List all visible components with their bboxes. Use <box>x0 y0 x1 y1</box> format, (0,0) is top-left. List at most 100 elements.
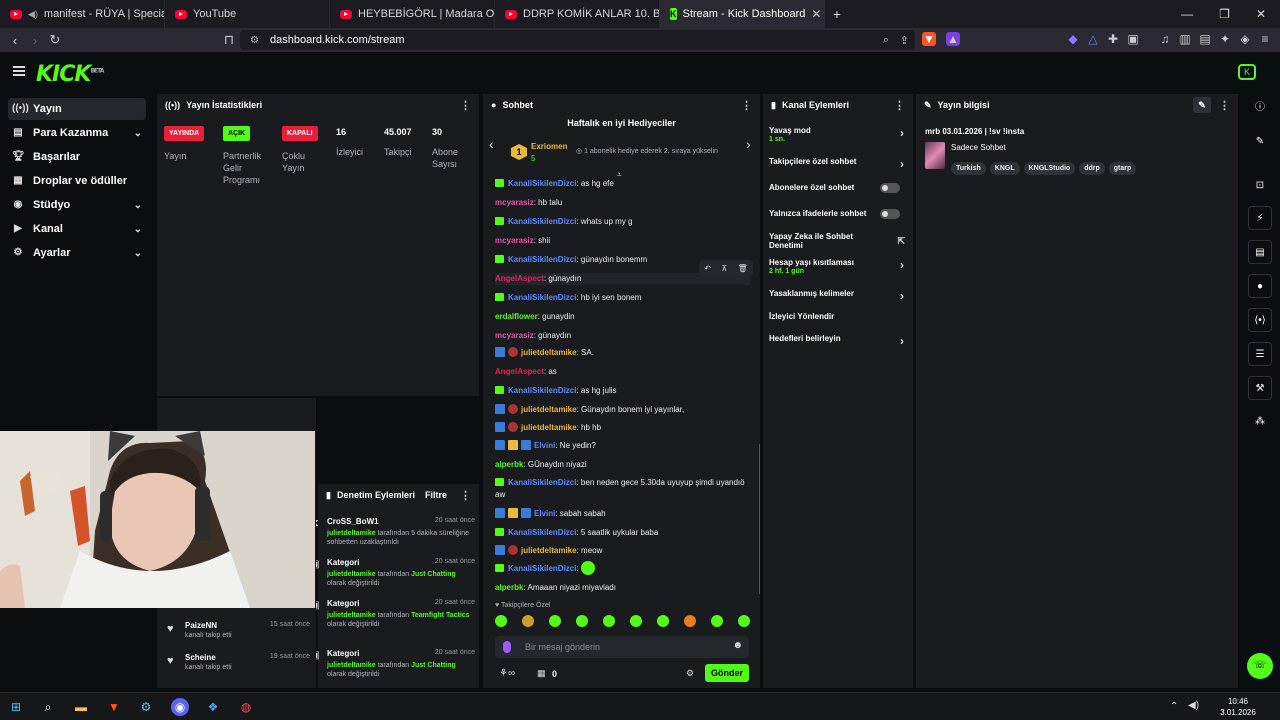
chat-scrollbar[interactable] <box>759 444 760 594</box>
chat-message[interactable]: KanaliSikilenDizci: 5 saatlik uykular ba… <box>495 527 750 539</box>
restore-icon[interactable]: ❐ <box>1219 7 1230 21</box>
chat-message[interactable]: KanaliSikilenDizci: as hg efe <box>495 178 750 190</box>
chat-input[interactable]: Bir mesaj gönderin ☻ <box>495 636 749 658</box>
search-icon[interactable]: ⌕ <box>39 698 57 716</box>
chat-message[interactable]: Elvini: sabah sabah <box>495 508 750 520</box>
subscribers-only-toggle[interactable] <box>880 183 900 193</box>
minimize-icon[interactable]: — <box>1181 7 1193 21</box>
emote-icon[interactable] <box>630 615 642 627</box>
sidebar-item-basarilar[interactable]: 🏆︎ Başarılar <box>8 146 146 168</box>
chat-message[interactable]: mcyarasiz: günaydın <box>495 330 750 342</box>
site-info-icon[interactable]: ⚙ <box>250 35 259 46</box>
chat-username[interactable]: Elvini <box>534 441 555 450</box>
emote-icon[interactable] <box>495 615 507 627</box>
account-age-action[interactable]: Hesap yaşı kısıtlaması 2 hf. 1 gün › <box>769 258 904 275</box>
emote-icon[interactable] <box>657 615 669 627</box>
chat-message[interactable]: Elvini: Ne yedin? <box>495 440 750 452</box>
windows-start-icon[interactable]: ⊞ <box>7 698 25 716</box>
chat-username[interactable]: KanaliSikilenDizci <box>508 528 576 537</box>
support-icon[interactable]: ☏ <box>1247 653 1273 679</box>
more-options-icon[interactable]: ⋮ <box>894 99 905 112</box>
lightning-icon[interactable]: ⚡︎ <box>1248 206 1272 230</box>
chat-message[interactable]: mcyarasiz: shii <box>495 235 750 247</box>
emote-icon[interactable] <box>711 615 723 627</box>
brave-rewards-icon[interactable]: ▲ <box>946 32 960 46</box>
document-icon[interactable]: ▤ <box>1248 240 1272 264</box>
brave-browser-icon[interactable]: ▼ <box>105 698 123 716</box>
raid-action[interactable]: İzleyici Yönlendir <box>769 312 904 321</box>
wrench-icon[interactable]: ⚒ <box>1248 376 1272 400</box>
focus-icon[interactable]: ⊡ <box>1248 174 1272 198</box>
bookmark-icon[interactable]: ⊓ <box>216 32 242 48</box>
share-icon[interactable]: ⇪ <box>900 34 909 47</box>
more-options-icon[interactable]: ⋮ <box>460 489 471 502</box>
chat-username[interactable]: KanaliSikilenDizci <box>508 293 576 302</box>
sidebar-item-kanal[interactable]: ▶ Kanal ⌄ <box>8 218 146 240</box>
tray-chevron-icon[interactable]: ⌃ <box>1170 701 1178 712</box>
sidebar-item-yayin[interactable]: ((•)) Yayın <box>8 98 146 120</box>
chat-message[interactable]: KanaliSikilenDizci: hb iyi sen bonem <box>495 292 750 304</box>
mod-action-item[interactable]: ▣ Kategori 20 saat önce julietdeltamike … <box>310 649 475 679</box>
chat-username[interactable]: julietdeltamike <box>521 405 577 414</box>
sidebar-item-droplar[interactable]: ▦ Droplar ve ödüller <box>8 170 146 192</box>
reply-icon[interactable]: ↶ <box>704 264 711 273</box>
chat-message[interactable]: alperbk: GÜnaydın niyazi <box>495 459 750 471</box>
chat-message[interactable]: julietdeltamike: SA. <box>495 347 750 359</box>
emote-icon[interactable] <box>603 615 615 627</box>
chat-message[interactable]: KanaliSikilenDizci: as hg julis <box>495 385 750 397</box>
obs-icon[interactable]: ◍ <box>237 698 255 716</box>
ai-moderation-action[interactable]: Yapay Zeka ile Sohbet Denetimi ⇱ <box>769 232 905 250</box>
slow-mode-action[interactable]: Yavaş mod 1 sn. › <box>769 126 904 143</box>
broadcast-icon[interactable]: ⟨•⟩ <box>1248 308 1272 332</box>
mod-action-item[interactable]: ▣ Kategori 20 saat önce julietdeltamike … <box>310 558 475 588</box>
goals-action[interactable]: Hedefleri belirleyin › <box>769 334 904 348</box>
emote-icon[interactable] <box>738 615 750 627</box>
wallet-icon[interactable]: ▤ <box>1198 32 1212 46</box>
nodes-icon[interactable]: ⁂ <box>1248 410 1272 434</box>
file-explorer-icon[interactable]: ▬ <box>72 698 90 716</box>
kick-points-icon[interactable]: ⚘∞ <box>499 668 515 679</box>
subscribers-only-action[interactable]: Abonelere özel sohbet <box>769 183 904 193</box>
chat-message[interactable]: AngelAspect: as <box>495 366 750 378</box>
switch-to-channel-icon[interactable]: K <box>1238 64 1256 80</box>
edit-icon[interactable]: ✎ <box>1248 130 1272 154</box>
chat-message[interactable]: julietdeltamike: meow <box>495 545 750 557</box>
chat-username[interactable]: alperbk <box>495 583 523 592</box>
browser-tab[interactable]: YouTube <box>165 0 330 28</box>
chat-username[interactable]: alperbk <box>495 460 523 469</box>
chevron-left-icon[interactable]: ‹ <box>489 136 494 152</box>
hamburger-menu-icon[interactable] <box>13 66 25 76</box>
chat-username[interactable]: KanaliSikilenDizci <box>508 217 576 226</box>
chat-username[interactable]: julietdeltamike <box>521 348 577 357</box>
gift-icon[interactable]: ▦ <box>537 668 546 679</box>
kick-logo[interactable]: KICKBETA <box>36 62 104 87</box>
chat-username[interactable]: KanaliSikilenDizci <box>508 564 576 573</box>
chat-username[interactable]: julietdeltamike <box>521 423 577 432</box>
browser-tab[interactable]: DDRP KOMİK ANLAR 10. BÖLÜM VE <box>495 0 660 28</box>
brave-shield-icon[interactable]: ▼ <box>922 32 936 46</box>
shield-icon[interactable]: ◈ <box>1238 32 1252 46</box>
emotes-only-toggle[interactable] <box>880 209 900 219</box>
chat-message[interactable]: julietdeltamike: Günaydın bonem iyi yayı… <box>495 404 750 416</box>
chat-username[interactable]: mcyarasiz <box>495 331 534 340</box>
sidebar-toggle-icon[interactable]: ▣ <box>1126 32 1140 46</box>
extension-icon[interactable]: ◆ <box>1066 32 1080 46</box>
mod-action-item[interactable]: ⧗ CroSS_BoW1 20 saat önce julietdeltamik… <box>311 517 475 547</box>
app-icon[interactable]: ❖ <box>204 698 222 716</box>
chat-username[interactable]: KanaliSikilenDizci <box>508 179 576 188</box>
emote-icon[interactable] <box>522 615 534 627</box>
url-field[interactable]: ⚙ dashboard.kick.com/stream ⌕ ⇪ <box>240 30 915 50</box>
chat-message[interactable]: mcyarasiz: hb talu <box>495 197 750 209</box>
reading-list-icon[interactable]: ▥ <box>1178 32 1192 46</box>
chat-message[interactable]: KanaliSikilenDizci: ben neden gece 5.30d… <box>495 477 750 501</box>
chat-message[interactable]: alperbk: Amaaan niyazi miyavladı <box>495 582 750 594</box>
chat-username[interactable]: KanaliSikilenDizci <box>508 255 576 264</box>
browser-tab[interactable]: HEYBEBİGÖRL | Madara Olduk #627 <box>330 0 495 28</box>
banned-words-action[interactable]: Yasaklanmış kelimeler › <box>769 289 904 303</box>
pin-icon[interactable]: ⊼ <box>721 264 727 273</box>
followers-only-action[interactable]: Takipçilere özel sohbet › <box>769 157 904 171</box>
layers-icon[interactable]: ☰ <box>1248 342 1272 366</box>
filter-button[interactable]: Filtre <box>425 490 447 500</box>
chat-username[interactable]: KanaliSikilenDizci <box>508 478 576 487</box>
close-tab-icon[interactable]: ✕ <box>811 7 821 21</box>
